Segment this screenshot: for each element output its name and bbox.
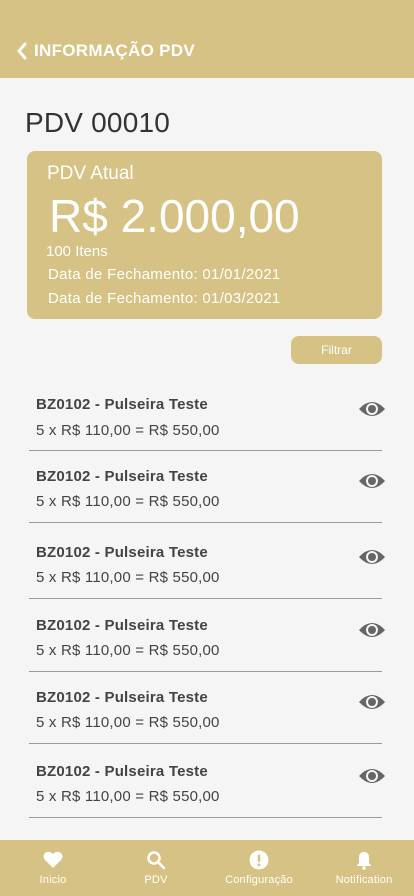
item-calc: 5 x R$ 110,00 = R$ 550,00 — [36, 714, 220, 731]
item-calc: 5 x R$ 110,00 = R$ 550,00 — [36, 569, 220, 586]
eye-icon[interactable] — [358, 399, 386, 419]
bottom-tab-bar: Inicio PDV Configuração Notification — [0, 840, 414, 896]
list-item: BZ0102 - Pulseira Teste 5 x R$ 110,00 = … — [0, 452, 414, 525]
item-name: BZ0102 - Pulseira Teste — [36, 468, 208, 485]
tab-configuracao[interactable]: Configuração — [216, 840, 302, 896]
row-divider — [29, 450, 382, 451]
list-item: BZ0102 - Pulseira Teste 5 x R$ 110,00 = … — [0, 380, 414, 453]
row-divider — [29, 598, 382, 599]
card-date-1: Data de Fechamento: 01/01/2021 — [48, 266, 281, 283]
eye-icon[interactable] — [358, 547, 386, 567]
row-divider — [29, 671, 382, 672]
item-calc: 5 x R$ 110,00 = R$ 550,00 — [36, 788, 220, 805]
app-header: INFORMAÇÃO PDV — [0, 0, 414, 78]
eye-icon[interactable] — [358, 766, 386, 786]
card-amount: R$ 2.000,00 — [49, 190, 300, 242]
list-item: BZ0102 - Pulseira Teste 5 x R$ 110,00 = … — [0, 673, 414, 746]
chevron-left-icon — [17, 42, 27, 60]
eye-icon[interactable] — [358, 620, 386, 640]
list-item: BZ0102 - Pulseira Teste 5 x R$ 110,00 = … — [0, 528, 414, 601]
filter-button[interactable]: Filtrar — [291, 336, 382, 364]
tab-label: PDV — [144, 874, 168, 886]
item-name: BZ0102 - Pulseira Teste — [36, 544, 208, 561]
tab-label: Inicio — [39, 874, 67, 886]
search-icon — [147, 851, 166, 870]
pdv-summary-card: PDV Atual R$ 2.000,00 100 Itens Data de … — [27, 151, 382, 319]
back-button[interactable]: INFORMAÇÃO PDV — [16, 41, 195, 61]
card-label: PDV Atual — [47, 163, 134, 184]
row-divider — [29, 743, 382, 744]
item-calc: 5 x R$ 110,00 = R$ 550,00 — [36, 493, 220, 510]
bell-icon — [356, 852, 372, 870]
eye-icon[interactable] — [358, 471, 386, 491]
item-calc: 5 x R$ 110,00 = R$ 550,00 — [36, 422, 220, 439]
page-title: PDV 00010 — [25, 107, 171, 138]
item-name: BZ0102 - Pulseira Teste — [36, 763, 208, 780]
card-date-2: Data de Fechamento: 01/03/2021 — [48, 290, 281, 307]
item-name: BZ0102 - Pulseira Teste — [36, 396, 208, 413]
tab-label: Configuração — [225, 874, 293, 886]
row-divider — [29, 522, 382, 523]
row-divider — [29, 817, 382, 818]
card-items-count: 100 Itens — [46, 243, 108, 260]
tab-label: Notification — [335, 874, 393, 886]
item-calc: 5 x R$ 110,00 = R$ 550,00 — [36, 642, 220, 659]
item-name: BZ0102 - Pulseira Teste — [36, 617, 208, 634]
tab-inicio[interactable]: Inicio — [22, 840, 84, 896]
list-item: BZ0102 - Pulseira Teste 5 x R$ 110,00 = … — [0, 601, 414, 674]
tab-pdv[interactable]: PDV — [130, 840, 182, 896]
list-item: BZ0102 - Pulseira Teste 5 x R$ 110,00 = … — [0, 747, 414, 820]
header-title: INFORMAÇÃO PDV — [34, 41, 195, 60]
item-name: BZ0102 - Pulseira Teste — [36, 689, 208, 706]
heart-icon — [43, 851, 63, 868]
tab-notification[interactable]: Notification — [326, 840, 402, 896]
alert-icon — [249, 850, 269, 870]
eye-icon[interactable] — [358, 692, 386, 712]
